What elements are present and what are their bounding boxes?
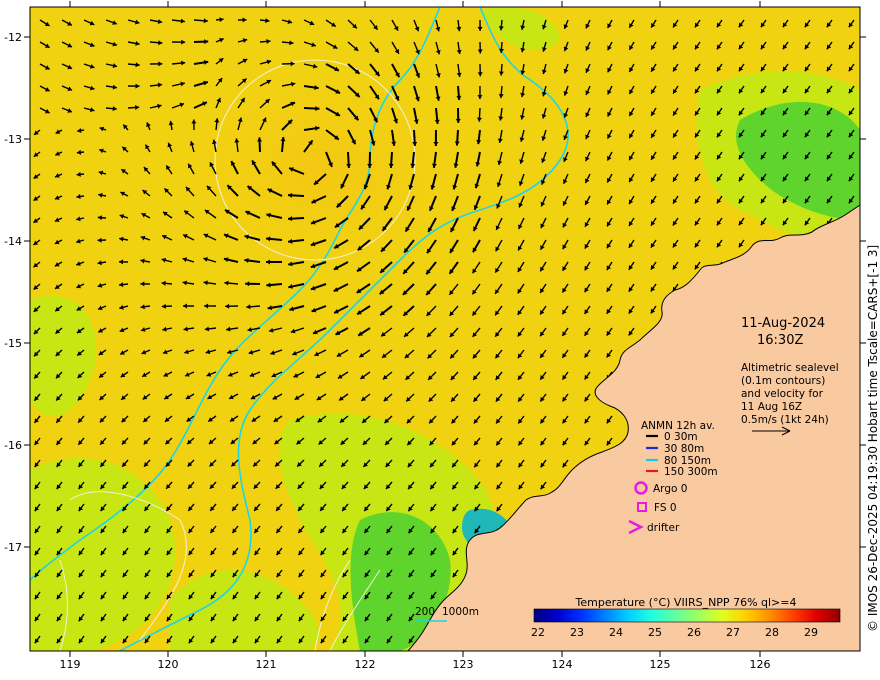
anmn-legend-label: 150 300m [664,466,718,478]
lon-label: 123 [453,658,474,671]
lat-label: -15 [4,337,22,350]
colorbar-tick-label: 25 [648,626,662,639]
isobath-label-1000: 1000m [442,606,479,618]
lat-label: -12 [4,31,22,44]
lat-label: -16 [4,439,22,452]
lon-label: 121 [256,658,277,671]
imos-side-label: © IMOS 26-Dec-2025 04:19:30 Hobart time … [866,245,880,632]
colorbar-tick-label: 22 [531,626,545,639]
colorbar-tick-label: 29 [804,626,818,639]
colorbar-tick-label: 24 [609,626,623,639]
ocean-map-figure: -12 -13 -14 -15 -16 -17 119 120 121 122 … [4,1,880,671]
info-desc-line: 0.5m/s (1kt 24h) [741,414,829,426]
colorbar-tick-label: 28 [765,626,779,639]
argo-label: Argo 0 [653,483,687,495]
info-date: 11-Aug-2024 [741,316,825,331]
fs-label: FS 0 [654,502,677,514]
info-time: 16:30Z [757,333,803,348]
isobath-label-200: 200 [415,606,435,618]
lon-label: 124 [552,658,573,671]
colorbar-tick-label: 26 [687,626,701,639]
lon-label: 119 [60,658,81,671]
colorbar-tick-label: 23 [570,626,584,639]
colorbar-title: Temperature (°C) VIIRS_NPP 76% ql>=4 [575,596,797,609]
info-desc-line: and velocity for [741,388,824,400]
drifter-label: drifter [647,522,680,534]
info-desc-line: Altimetric sealevel [741,362,839,374]
lat-label: -17 [4,541,22,554]
lon-label: 120 [158,658,179,671]
colorbar-bar [533,608,841,623]
lat-label: -14 [4,235,22,248]
anmn-legend-label: 30 80m [664,443,704,455]
info-desc-line: 11 Aug 16Z [741,401,802,413]
anmn-legend-label: 0 30m [664,431,698,443]
map-area [30,7,860,651]
lon-label: 122 [355,658,376,671]
colorbar-tick-label: 27 [726,626,740,639]
info-desc-line: (0.1m contours) [741,375,825,387]
lon-label: 125 [650,658,671,671]
lat-label: -13 [4,133,22,146]
warm-eddy-core [150,50,490,290]
lon-label: 126 [750,658,771,671]
